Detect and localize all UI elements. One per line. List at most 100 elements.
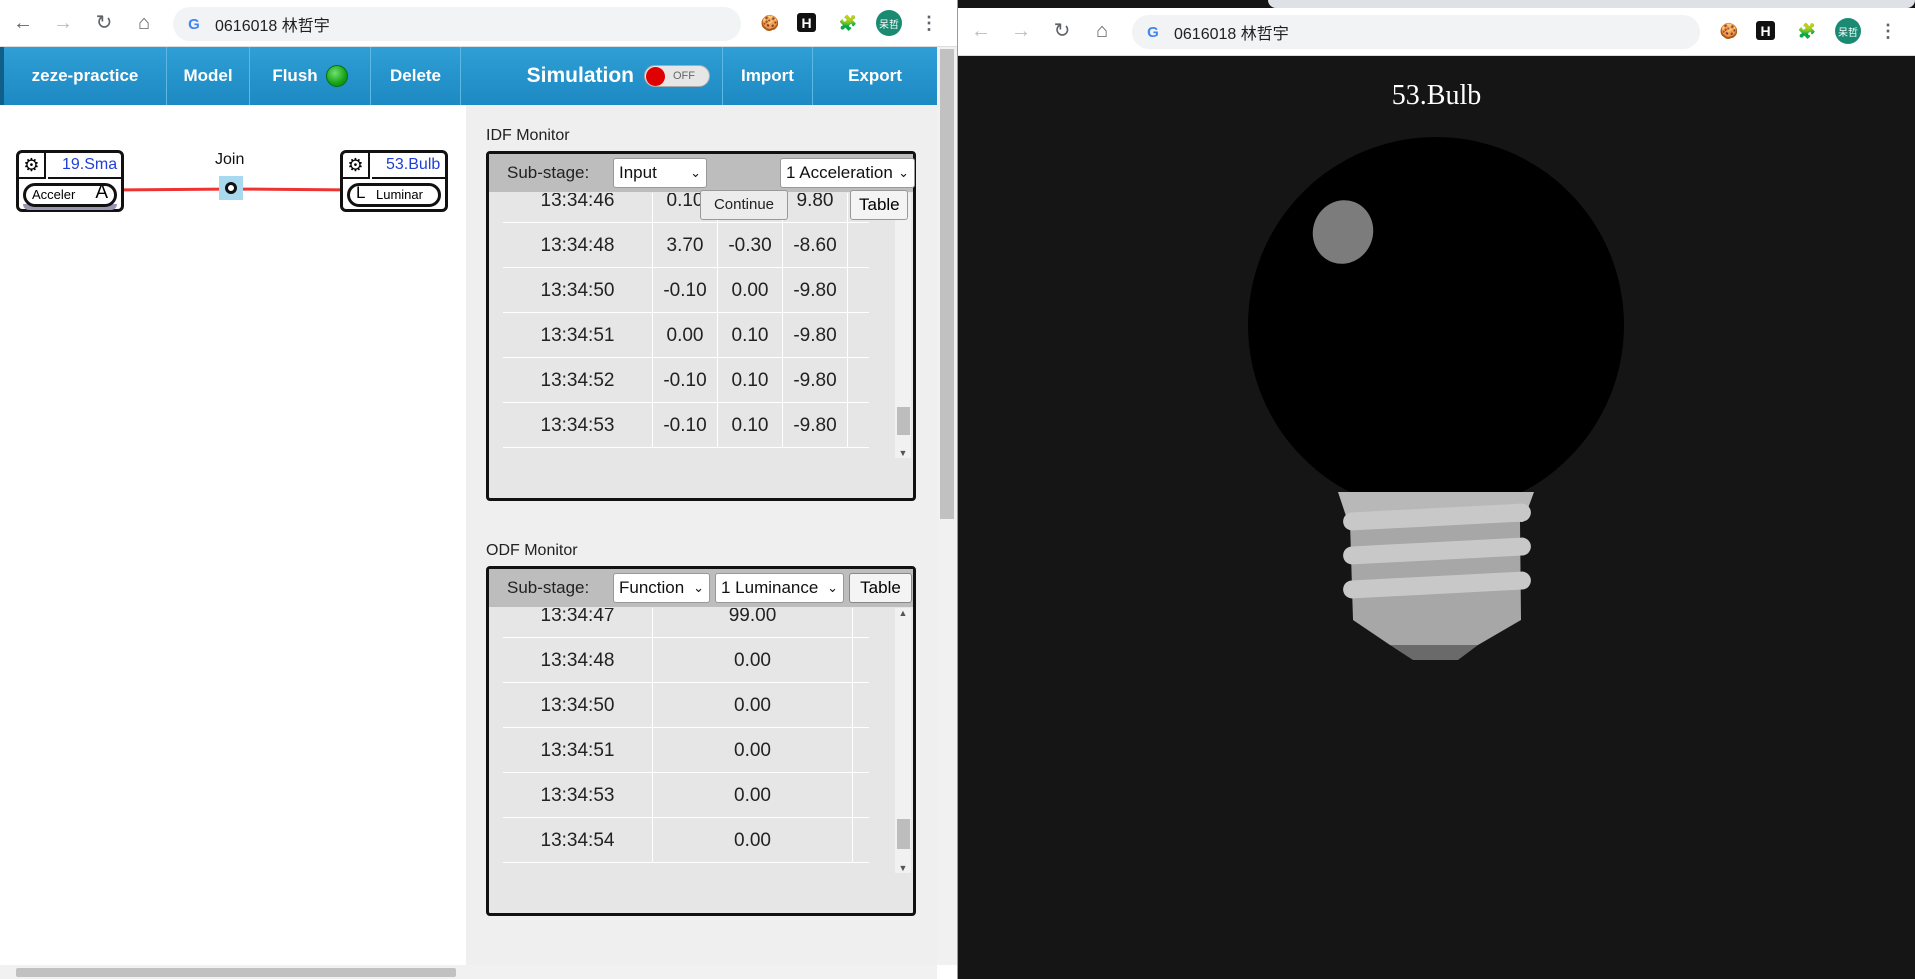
project-canvas[interactable] xyxy=(0,105,466,965)
device-title[interactable]: 19.Sma xyxy=(48,153,121,179)
scroll-thumb[interactable] xyxy=(897,819,910,849)
timestamp-cell: 13:34:46 xyxy=(503,193,653,223)
left-browser-window: ← → ↻ ⌂ G 0616018 林哲宇 🍪 H 🧩 呆哲 ⋮ zeze-pr… xyxy=(0,0,957,979)
join-label: Join xyxy=(215,151,245,168)
join-node[interactable] xyxy=(219,176,243,200)
value-cell: 99.00 xyxy=(653,608,853,638)
value-cell: 0.00 xyxy=(653,773,853,818)
scroll-down-icon[interactable]: ▼ xyxy=(895,448,911,458)
settings-gear-icon[interactable]: ⚙ xyxy=(343,153,370,179)
page-vertical-scrollbar[interactable] xyxy=(937,47,957,965)
page-horizontal-scrollbar[interactable] xyxy=(0,965,937,979)
page-hscroll-thumb[interactable] xyxy=(16,968,456,977)
page-scroll-thumb[interactable] xyxy=(940,49,954,519)
reload-icon[interactable]: ↻ xyxy=(91,10,117,36)
table-row: 13:34:51 0.00 0.10 -9.80 xyxy=(503,313,869,358)
value-cell: -9.80 xyxy=(783,358,848,403)
google-icon: G xyxy=(1147,23,1159,41)
substage-select[interactable]: Input ⌄ xyxy=(613,158,707,188)
table-row: 13:34:50 0.00 xyxy=(503,683,869,728)
toggle-state-text: OFF xyxy=(673,70,695,82)
flush-button[interactable]: Flush xyxy=(250,47,371,105)
table-row: 13:34:53 -0.10 0.10 -9.80 xyxy=(503,403,869,448)
value-cell: -9.80 xyxy=(783,313,848,358)
address-bar[interactable]: G 0616018 林哲宇 xyxy=(1132,15,1700,49)
output-device-block[interactable]: ⚙ 53.Bulb L Luminar xyxy=(340,150,448,212)
value-cell: 0.00 xyxy=(653,683,853,728)
odf-table: 13:34:47 99.00 13:34:48 0.00 13:34:50 0.00 13:… xyxy=(503,608,869,873)
cookie-extension-icon[interactable]: 🍪 xyxy=(759,12,781,34)
reload-icon[interactable]: ↻ xyxy=(1049,18,1075,44)
import-button[interactable]: Import xyxy=(723,47,813,105)
tab-strip xyxy=(1268,0,1915,8)
value-cell: -0.10 xyxy=(653,268,718,313)
idf-table-button[interactable]: Table xyxy=(850,190,908,220)
forward-icon[interactable]: → xyxy=(50,10,76,36)
project-button[interactable]: zeze-practice xyxy=(4,47,167,105)
simulation-toggle[interactable]: OFF xyxy=(644,65,710,87)
idf-monitor-title: IDF Monitor xyxy=(486,127,570,144)
timestamp-cell: 13:34:50 xyxy=(503,683,653,728)
browser-menu-icon[interactable]: ⋮ xyxy=(1877,20,1899,42)
extensions-puzzle-icon[interactable]: 🧩 xyxy=(1796,20,1818,42)
device-title[interactable]: 53.Bulb xyxy=(372,153,445,179)
h-extension-icon[interactable]: H xyxy=(1756,21,1775,40)
feature-tag: L xyxy=(356,183,366,202)
address-bar[interactable]: G 0616018 林哲宇 xyxy=(173,7,741,41)
feature-pill[interactable]: L Luminar xyxy=(347,183,441,207)
cookie-extension-icon[interactable]: 🍪 xyxy=(1718,20,1740,42)
forward-icon[interactable]: → xyxy=(1008,18,1034,44)
scroll-thumb[interactable] xyxy=(897,407,910,435)
join-circle-icon xyxy=(225,182,237,194)
right-browser-window: ← → ↻ ⌂ G 0616018 林哲宇 🍪 H 🧩 呆哲 ⋮ 53.Bulb xyxy=(958,0,1915,979)
chevron-down-icon: ⌄ xyxy=(827,580,838,595)
browser-toolbar: ← → ↻ ⌂ G 0616018 林哲宇 🍪 H 🧩 呆哲 ⋮ xyxy=(958,8,1915,56)
scroll-down-icon[interactable]: ▼ xyxy=(895,863,911,873)
odf-monitor-title: ODF Monitor xyxy=(486,542,578,559)
delete-button[interactable]: Delete xyxy=(371,47,461,105)
timestamp-cell: 13:34:47 xyxy=(503,608,653,638)
extensions-puzzle-icon[interactable]: 🧩 xyxy=(837,12,859,34)
feature-select[interactable]: 1 Acceleration ⌄ xyxy=(780,158,915,188)
feature-name: Luminar xyxy=(376,187,423,202)
profile-avatar[interactable]: 呆哲 xyxy=(1835,18,1861,44)
home-icon[interactable]: ⌂ xyxy=(1089,18,1115,44)
browser-menu-icon[interactable]: ⋮ xyxy=(918,12,940,34)
settings-gear-icon[interactable]: ⚙ xyxy=(19,153,46,179)
h-extension-icon[interactable]: H xyxy=(797,13,816,32)
monitor-pane: IDF Monitor Sub-stage: Input ⌄ 1 Acceler… xyxy=(466,105,937,965)
back-icon[interactable]: ← xyxy=(10,10,36,36)
table-button[interactable]: Table xyxy=(849,573,912,603)
table-row: 13:34:53 0.00 xyxy=(503,773,869,818)
continue-button[interactable]: Continue xyxy=(700,190,788,220)
feature-name: Acceler xyxy=(32,187,76,202)
idf-scrollbar[interactable]: ▲ ▼ xyxy=(895,193,911,458)
value-cell: -9.80 xyxy=(783,403,848,448)
app-navbar: zeze-practice Model Flush Delete Simulat… xyxy=(0,47,937,105)
browser-toolbar: ← → ↻ ⌂ G 0616018 林哲宇 🍪 H 🧩 呆哲 ⋮ xyxy=(0,0,957,47)
address-text: 0616018 林哲宇 xyxy=(215,18,330,35)
feature-select[interactable]: 1 Luminance ⌄ xyxy=(715,573,844,603)
google-icon: G xyxy=(188,15,200,33)
flush-indicator-icon xyxy=(325,65,348,87)
export-button[interactable]: Export xyxy=(813,47,937,105)
home-icon[interactable]: ⌂ xyxy=(131,10,157,36)
chevron-down-icon: ⌄ xyxy=(898,165,909,180)
value-cell: -8.60 xyxy=(783,223,848,268)
feature-pill[interactable]: Acceler A xyxy=(23,183,117,207)
timestamp-cell: 13:34:52 xyxy=(503,358,653,403)
profile-avatar[interactable]: 呆哲 xyxy=(876,10,902,36)
model-button[interactable]: Model xyxy=(167,47,250,105)
timestamp-cell: 13:34:48 xyxy=(503,638,653,683)
input-device-block[interactable]: ⚙ 19.Sma Acceler A xyxy=(16,150,124,212)
odf-scrollbar[interactable]: ▲ ▼ xyxy=(895,608,911,873)
feature-value: 1 Acceleration xyxy=(786,163,893,182)
scroll-up-icon[interactable]: ▲ xyxy=(895,608,911,618)
back-icon[interactable]: ← xyxy=(968,18,994,44)
idf-monitor-header: Sub-stage: Input ⌄ 1 Acceleration ⌄ xyxy=(489,154,915,192)
substage-select[interactable]: Function ⌄ xyxy=(613,573,710,603)
value-cell: 9.80 xyxy=(783,193,848,223)
value-cell: 3.70 xyxy=(653,223,718,268)
odf-monitor: Sub-stage: Function ⌄ 1 Luminance ⌄ Tabl… xyxy=(486,566,916,916)
value-cell: 0.10 xyxy=(718,358,783,403)
